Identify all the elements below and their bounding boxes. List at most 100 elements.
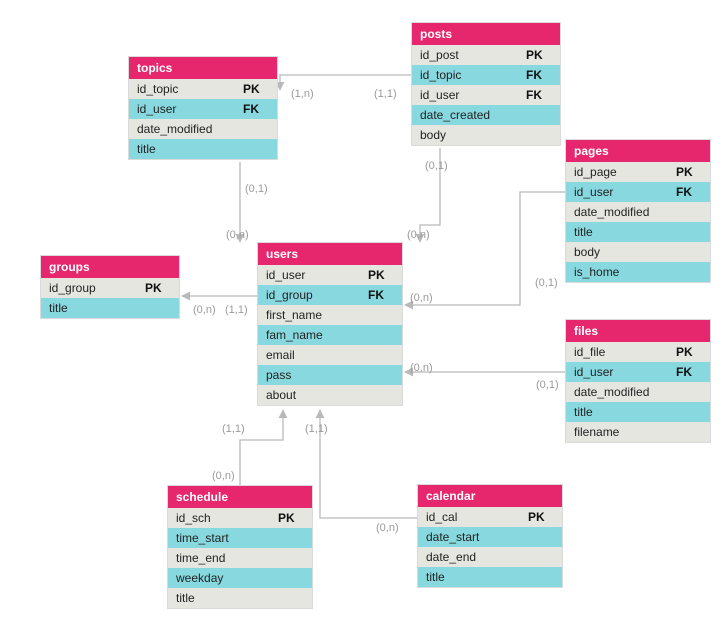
entity-row: id_userFK (129, 99, 277, 119)
cardinality-label: (0,n) (226, 229, 249, 241)
col-name: title (129, 139, 243, 159)
entity-row: id_pagePK (566, 162, 710, 182)
col-key: PK (243, 79, 277, 99)
col-name: weekday (168, 568, 278, 588)
entity-row: title (566, 402, 710, 422)
col-key: FK (526, 85, 560, 105)
entity-row: title (418, 567, 562, 587)
col-name: body (412, 125, 526, 145)
col-name: time_start (168, 528, 278, 548)
col-key (278, 528, 312, 548)
col-key: PK (368, 265, 402, 285)
entity-row: email (258, 345, 402, 365)
entity-calendar: calendar id_calPK date_start date_end ti… (417, 484, 563, 588)
cardinality-label: (0,1) (536, 379, 559, 391)
cardinality-label: (1,1) (222, 423, 245, 435)
entity-row: id_userFK (412, 85, 560, 105)
col-name: id_group (41, 278, 145, 298)
col-key (368, 385, 402, 405)
entity-files: files id_filePK id_userFK date_modified … (565, 319, 711, 443)
entity-row: id_groupFK (258, 285, 402, 305)
col-key (368, 365, 402, 385)
col-name: id_cal (418, 507, 528, 527)
col-name: id_group (258, 285, 368, 305)
col-key (676, 382, 710, 402)
entity-row: id_postPK (412, 45, 560, 65)
entity-row: body (412, 125, 560, 145)
cardinality-label: (0,n) (407, 229, 430, 241)
col-name: is_home (566, 262, 676, 282)
entity-header: groups (41, 256, 179, 278)
col-key (278, 588, 312, 608)
col-name: date_modified (566, 202, 676, 222)
col-key (676, 402, 710, 422)
col-name: title (566, 402, 676, 422)
entity-row: id_schPK (168, 508, 312, 528)
col-key (278, 568, 312, 588)
entity-row: title (168, 588, 312, 608)
entity-schedule: schedule id_schPK time_start time_end we… (167, 485, 313, 609)
col-name: about (258, 385, 368, 405)
col-name: id_user (566, 182, 676, 202)
entity-row: first_name (258, 305, 402, 325)
cardinality-label: (0,n) (193, 304, 216, 316)
col-key: PK (145, 278, 179, 298)
entity-row: date_modified (566, 202, 710, 222)
cardinality-label: (0,1) (425, 160, 448, 172)
entity-header: pages (566, 140, 710, 162)
entity-row: is_home (566, 262, 710, 282)
entity-topics: topics id_topicPK id_userFK date_modifie… (128, 56, 278, 160)
col-name: id_user (412, 85, 526, 105)
col-key (528, 567, 562, 587)
entity-row: id_userFK (566, 182, 710, 202)
cardinality-label: (0,n) (410, 362, 433, 374)
entity-row: date_modified (566, 382, 710, 402)
col-key: FK (243, 99, 277, 119)
entity-row: date_start (418, 527, 562, 547)
entity-row: id_userFK (566, 362, 710, 382)
col-key (368, 325, 402, 345)
col-key: FK (368, 285, 402, 305)
col-name: title (41, 298, 145, 318)
entity-row: id_calPK (418, 507, 562, 527)
col-name: title (566, 222, 676, 242)
col-name: pass (258, 365, 368, 385)
col-name: email (258, 345, 368, 365)
entity-row: id_filePK (566, 342, 710, 362)
col-name: id_user (566, 362, 676, 382)
col-key (243, 139, 277, 159)
entity-row: id_userPK (258, 265, 402, 285)
col-name: id_topic (129, 79, 243, 99)
col-name: date_modified (566, 382, 676, 402)
entity-header: posts (412, 23, 560, 45)
col-name: date_created (412, 105, 526, 125)
col-name: title (168, 588, 278, 608)
cardinality-label: (1,1) (225, 304, 248, 316)
entity-row: weekday (168, 568, 312, 588)
entity-row: title (566, 222, 710, 242)
col-name: filename (566, 422, 676, 442)
col-key (368, 345, 402, 365)
col-name: id_user (258, 265, 368, 285)
cardinality-label: (0,1) (535, 277, 558, 289)
col-name: id_user (129, 99, 243, 119)
col-name: date_modified (129, 119, 243, 139)
col-key (676, 262, 710, 282)
entity-row: time_start (168, 528, 312, 548)
entity-posts: posts id_postPK id_topicFK id_userFK dat… (411, 22, 561, 146)
col-name: id_sch (168, 508, 278, 528)
cardinality-label: (0,n) (376, 522, 399, 534)
entity-row: about (258, 385, 402, 405)
entity-row: fam_name (258, 325, 402, 345)
entity-row: title (41, 298, 179, 318)
col-key: FK (676, 182, 710, 202)
entity-header: topics (129, 57, 277, 79)
col-key (145, 298, 179, 318)
entity-header: calendar (418, 485, 562, 507)
col-name: title (418, 567, 528, 587)
entity-pages: pages id_pagePK id_userFK date_modified … (565, 139, 711, 283)
col-key (243, 119, 277, 139)
col-name: body (566, 242, 676, 262)
col-key (368, 305, 402, 325)
col-name: id_topic (412, 65, 526, 85)
